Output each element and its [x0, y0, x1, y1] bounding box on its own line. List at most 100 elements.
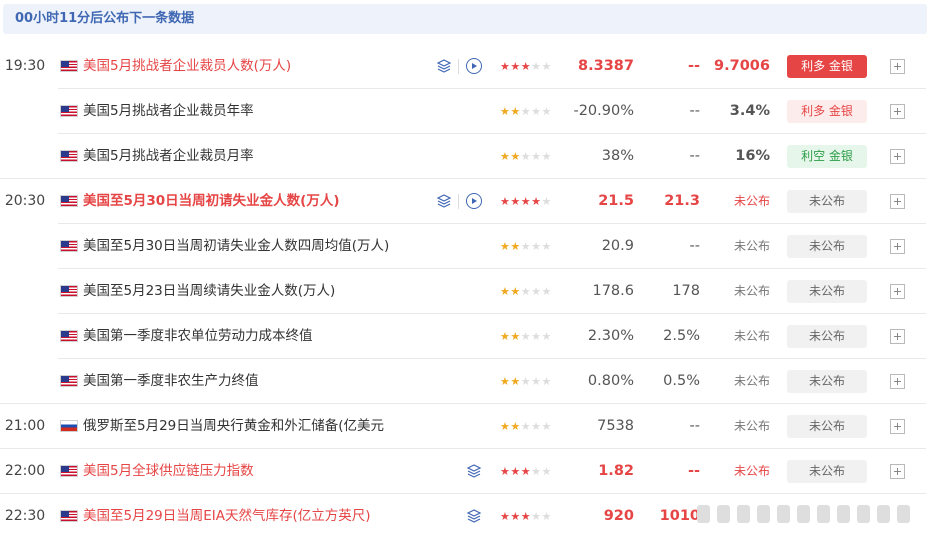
- layers-icon[interactable]: [436, 193, 452, 209]
- impact-badge: 利多 金银: [787, 100, 867, 123]
- previous-value: 920: [603, 508, 634, 524]
- actual-value: 9.7006: [714, 58, 770, 74]
- release-time: 22:00: [4, 463, 46, 479]
- importance-stars: ★★★★★: [500, 105, 552, 118]
- actual-value: 16%: [735, 148, 770, 164]
- table-row[interactable]: 美国第一季度非农生产力终值 ★★★★★ 0.80% 0.5% 未公布 未公布: [0, 359, 936, 404]
- event-name[interactable]: 美国5月挑战者企业裁员月率: [83, 134, 254, 179]
- us-flag-icon: [60, 240, 78, 252]
- russia-flag-icon: [60, 420, 78, 432]
- event-name[interactable]: 美国至5月23日当周续请失业金人数(万人): [83, 269, 335, 314]
- us-flag-icon: [60, 105, 78, 117]
- plus-square-icon[interactable]: [890, 284, 905, 299]
- previous-value: 178.6: [592, 283, 634, 299]
- play-circle-icon[interactable]: [466, 193, 482, 209]
- actual-value: 未公布: [733, 239, 770, 253]
- table-row[interactable]: 美国5月挑战者企业裁员年率 ★★★★★ -20.90% -- 3.4% 利多 金…: [0, 89, 936, 134]
- release-time: 22:30: [4, 508, 46, 524]
- event-name[interactable]: 美国5月挑战者企业裁员年率: [83, 89, 254, 134]
- table-row[interactable]: 21:00 俄罗斯至5月29日当周央行黄金和外汇储备(亿美元 ★★★★★ 753…: [0, 404, 936, 449]
- forecast-value: 21.3: [664, 193, 700, 209]
- forecast-value: 0.5%: [663, 373, 700, 389]
- actual-value: 未公布: [733, 194, 770, 208]
- play-circle-icon[interactable]: [466, 58, 482, 74]
- table-row[interactable]: 22:00 美国5月全球供应链压力指数 ★★★★★ 1.82 -- 未公布 未公…: [0, 449, 936, 494]
- plus-square-icon[interactable]: [890, 374, 905, 389]
- us-flag-icon: [60, 465, 78, 477]
- table-row[interactable]: 19:30 美国5月挑战者企业裁员人数(万人) ★★★★★ 8.3387 -- …: [0, 44, 936, 89]
- table-row[interactable]: 美国至5月23日当周续请失业金人数(万人) ★★★★★ 178.6 178 未公…: [0, 269, 936, 314]
- impact-badge: 未公布: [787, 190, 867, 213]
- table-row[interactable]: 20:30 美国至5月30日当周初请失业金人数(万人) ★★★★★ 21.5 2…: [0, 179, 936, 224]
- us-flag-icon: [60, 285, 78, 297]
- us-flag-icon: [60, 195, 78, 207]
- plus-square-icon[interactable]: [890, 104, 905, 119]
- importance-stars: ★★★★★: [500, 330, 552, 343]
- previous-value: 7538: [597, 418, 634, 434]
- table-row[interactable]: 美国至5月30日当周初请失业金人数四周均值(万人) ★★★★★ 20.9 -- …: [0, 224, 936, 269]
- impact-badge: 未公布: [787, 325, 867, 348]
- actual-value: 3.4%: [729, 103, 770, 119]
- forecast-value: --: [689, 148, 700, 164]
- us-flag-icon: [60, 375, 78, 387]
- impact-badge: 利空 金银: [787, 145, 867, 168]
- impact-badge: 未公布: [787, 280, 867, 303]
- event-name[interactable]: 美国5月全球供应链压力指数: [83, 449, 254, 494]
- forecast-value: --: [689, 238, 700, 254]
- layers-icon[interactable]: [436, 58, 452, 74]
- forecast-value: --: [687, 58, 700, 74]
- release-time: 20:30: [4, 193, 46, 209]
- importance-stars: ★★★★★: [500, 375, 552, 388]
- importance-stars: ★★★★★: [500, 150, 552, 163]
- event-name[interactable]: 美国第一季度非农单位劳动力成本终值: [83, 314, 313, 359]
- layers-icon[interactable]: [466, 463, 482, 479]
- impact-badge: 利多 金银: [787, 55, 867, 78]
- previous-value: -20.90%: [573, 103, 634, 119]
- event-name[interactable]: 美国第一季度非农生产力终值: [83, 359, 259, 404]
- plus-square-icon[interactable]: [890, 329, 905, 344]
- plus-square-icon[interactable]: [890, 464, 905, 479]
- event-name[interactable]: 美国至5月29日当周EIA天然气库存(亿立方英尺): [83, 494, 371, 538]
- layers-icon[interactable]: [466, 508, 482, 524]
- forecast-value: 1010: [659, 508, 700, 524]
- impact-badge: 未公布: [787, 415, 867, 438]
- forecast-value: --: [689, 418, 700, 434]
- previous-value: 2.30%: [587, 328, 634, 344]
- actual-value: 未公布: [733, 284, 770, 298]
- event-name[interactable]: 美国至5月30日当周初请失业金人数(万人): [83, 179, 340, 224]
- importance-stars: ★★★★★: [500, 240, 552, 253]
- previous-value: 21.5: [598, 193, 634, 209]
- plus-square-icon[interactable]: [890, 149, 905, 164]
- us-flag-icon: [60, 150, 78, 162]
- importance-stars: ★★★★★: [500, 60, 552, 73]
- importance-stars: ★★★★★: [500, 510, 552, 523]
- icon-divider: [458, 194, 459, 209]
- importance-stars: ★★★★★: [500, 465, 552, 478]
- previous-value: 8.3387: [578, 58, 634, 74]
- actual-value: 未公布: [733, 374, 770, 388]
- release-time: 21:00: [4, 418, 46, 434]
- actual-value: 未公布: [733, 419, 770, 433]
- event-name[interactable]: 美国至5月30日当周初请失业金人数四周均值(万人): [83, 224, 389, 269]
- plus-square-icon[interactable]: [890, 239, 905, 254]
- watermark: [695, 500, 927, 530]
- importance-stars: ★★★★★: [500, 285, 552, 298]
- plus-square-icon[interactable]: [890, 194, 905, 209]
- event-name[interactable]: 俄罗斯至5月29日当周央行黄金和外汇储备(亿美元: [83, 404, 384, 449]
- previous-value: 20.9: [601, 238, 634, 254]
- importance-stars: ★★★★★: [500, 420, 552, 433]
- us-flag-icon: [60, 330, 78, 342]
- table-row[interactable]: 美国第一季度非农单位劳动力成本终值 ★★★★★ 2.30% 2.5% 未公布 未…: [0, 314, 936, 359]
- us-flag-icon: [60, 510, 78, 522]
- plus-square-icon[interactable]: [890, 59, 905, 74]
- forecast-value: --: [687, 463, 700, 479]
- icon-divider: [458, 59, 459, 74]
- event-name[interactable]: 美国5月挑战者企业裁员人数(万人): [83, 44, 291, 89]
- next-release-countdown: 00小时11分后公布下一条数据: [3, 4, 927, 34]
- plus-square-icon[interactable]: [890, 419, 905, 434]
- us-flag-icon: [60, 60, 78, 72]
- impact-badge: 未公布: [787, 460, 867, 483]
- impact-badge: 未公布: [787, 370, 867, 393]
- table-row[interactable]: 美国5月挑战者企业裁员月率 ★★★★★ 38% -- 16% 利空 金银: [0, 134, 936, 179]
- forecast-value: --: [689, 103, 700, 119]
